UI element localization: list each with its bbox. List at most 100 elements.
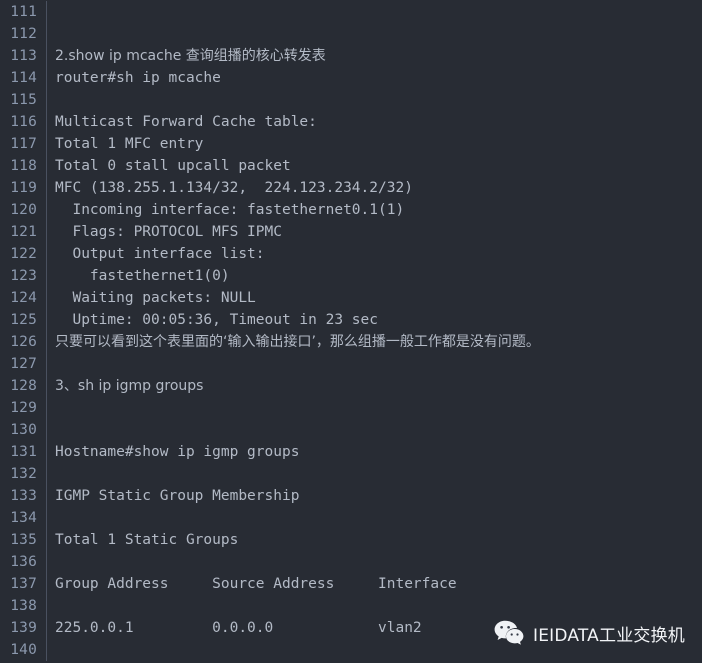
gutter-divider [37,331,47,353]
line-number: 124 [0,287,37,309]
line-content: Total 0 stall upcall packet [55,158,291,174]
code-line[interactable]: 117 Total 1 MFC entry [0,133,702,155]
code-line[interactable]: 118 Total 0 stall upcall packet [0,155,702,177]
line-number: 117 [0,133,37,155]
code-line[interactable]: 116 Multicast Forward Cache table: [0,111,702,133]
code-line[interactable]: 121 Flags: PROTOCOL MFS IPMC [0,221,702,243]
gutter-divider [37,67,47,89]
line-number: 127 [0,353,37,375]
line-number: 134 [0,507,37,529]
gutter-divider [37,89,47,111]
gutter-divider [37,309,47,331]
gutter-divider [37,133,47,155]
gutter-divider [37,485,47,507]
line-number: 131 [0,441,37,463]
line-number: 130 [0,419,37,441]
gutter-divider [37,221,47,243]
code-line[interactable]: 120 Incoming interface: fastethernet0.1(… [0,199,702,221]
code-line[interactable]: 127 [0,353,702,375]
code-line[interactable]: 129 [0,397,702,419]
code-line[interactable]: 140 [0,639,702,661]
line-number: 139 [0,617,37,639]
code-line[interactable]: 123 fastethernet1(0) [0,265,702,287]
line-number: 129 [0,397,37,419]
line-content: IGMP Static Group Membership [55,488,300,504]
gutter-divider [37,1,47,23]
line-content: 2.show ip mcache 查询组播的核心转发表 [55,48,326,64]
line-number: 132 [0,463,37,485]
line-content: Total 1 Static Groups [55,532,239,548]
line-content: Flags: PROTOCOL MFS IPMC [55,224,282,240]
gutter-divider [37,177,47,199]
code-line[interactable]: 122 Output interface list: [0,243,702,265]
gutter-divider [37,441,47,463]
line-content: 3、sh ip igmp groups [55,378,204,394]
line-number: 136 [0,551,37,573]
code-line[interactable]: 113 2.show ip mcache 查询组播的核心转发表 [0,45,702,67]
gutter-divider [37,573,47,595]
gutter-divider [37,375,47,397]
code-viewer: 111 112 113 2.show ip mcache 查询组播的核心转发表 114 r… [0,0,702,663]
code-line[interactable]: 131 Hostname#show ip igmp groups [0,441,702,463]
line-number: 135 [0,529,37,551]
code-line[interactable]: 137 Group Address Source Address Interfac… [0,573,702,595]
code-line[interactable]: 111 [0,1,702,23]
code-line[interactable]: 133 IGMP Static Group Membership [0,485,702,507]
line-content: fastethernet1(0) [55,268,230,284]
line-number: 133 [0,485,37,507]
line-number: 120 [0,199,37,221]
line-content: Multicast Forward Cache table: [55,114,317,130]
gutter-divider [37,617,47,639]
line-number: 126 [0,331,37,353]
code-line[interactable]: 136 [0,551,702,573]
line-number: 140 [0,639,37,661]
code-line-list: 111 112 113 2.show ip mcache 查询组播的核心转发表 114 r… [0,0,702,661]
gutter-divider [37,463,47,485]
code-line[interactable]: 125 Uptime: 00:05:36, Timeout in 23 sec [0,309,702,331]
gutter-divider [37,111,47,133]
gutter-divider [37,551,47,573]
code-line[interactable]: 130 [0,419,702,441]
line-number: 125 [0,309,37,331]
line-number: 128 [0,375,37,397]
line-content: 只要可以看到这个表里面的‘输入输出接口’，那么组播一般工作都是没有问题。 [55,334,540,350]
line-number: 112 [0,23,37,45]
line-number: 122 [0,243,37,265]
line-number: 121 [0,221,37,243]
code-line[interactable]: 135 Total 1 Static Groups [0,529,702,551]
line-content: 225.0.0.1 0.0.0.0 vlan2 [55,620,422,636]
gutter-divider [37,243,47,265]
line-content: Total 1 MFC entry [55,136,204,152]
line-content: MFC (138.255.1.134/32, 224.123.234.2/32) [55,180,413,196]
line-number: 118 [0,155,37,177]
gutter-divider [37,155,47,177]
gutter-divider [37,287,47,309]
code-line[interactable]: 119 MFC (138.255.1.134/32, 224.123.234.2/… [0,177,702,199]
line-number: 113 [0,45,37,67]
code-line[interactable]: 114 router#sh ip mcache [0,67,702,89]
code-line[interactable]: 126 只要可以看到这个表里面的‘输入输出接口’，那么组播一般工作都是没有问题。 [0,331,702,353]
code-line[interactable]: 115 [0,89,702,111]
code-line[interactable]: 139 225.0.0.1 0.0.0.0 vlan2 [0,617,702,639]
line-content: Incoming interface: fastethernet0.1(1) [55,202,405,218]
code-line[interactable]: 134 [0,507,702,529]
code-line[interactable]: 112 [0,23,702,45]
line-number: 138 [0,595,37,617]
code-line[interactable]: 128 3、sh ip igmp groups [0,375,702,397]
line-number: 114 [0,67,37,89]
line-number: 115 [0,89,37,111]
line-number: 116 [0,111,37,133]
gutter-divider [37,265,47,287]
line-number: 111 [0,1,37,23]
line-content: Hostname#show ip igmp groups [55,444,300,460]
gutter-divider [37,639,47,661]
gutter-divider [37,45,47,67]
line-content: Group Address Source Address Interface [55,576,457,592]
code-line[interactable]: 124 Waiting packets: NULL [0,287,702,309]
gutter-divider [37,419,47,441]
code-line[interactable]: 138 [0,595,702,617]
code-line[interactable]: 132 [0,463,702,485]
line-content: Waiting packets: NULL [55,290,256,306]
gutter-divider [37,507,47,529]
line-number: 123 [0,265,37,287]
